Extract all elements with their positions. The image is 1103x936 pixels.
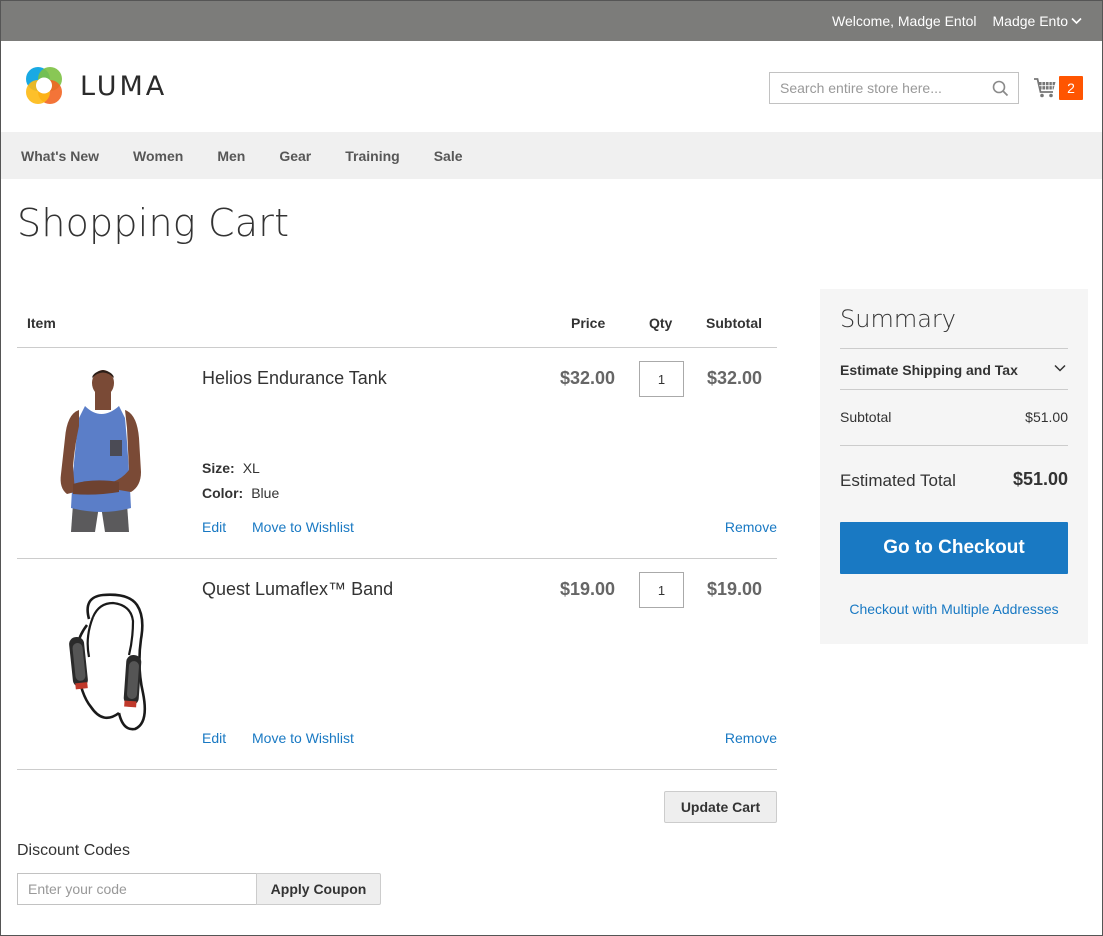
- product-image[interactable]: [33, 366, 173, 536]
- chevron-down-icon: [1054, 364, 1066, 372]
- item-subtotal: $32.00: [707, 368, 763, 388]
- item-price: $32.00: [560, 368, 616, 388]
- main-navigation: What's New Women Men Gear Training Sale: [1, 132, 1102, 179]
- go-to-checkout-button[interactable]: Go to Checkout: [840, 522, 1068, 574]
- remove-link[interactable]: Remove: [725, 730, 777, 746]
- edit-link[interactable]: Edit: [202, 519, 226, 535]
- search-icon[interactable]: [992, 80, 1009, 97]
- nav-item-training[interactable]: Training: [345, 148, 399, 164]
- nav-item-gear[interactable]: Gear: [279, 148, 311, 164]
- column-header-subtotal: Subtotal: [706, 315, 762, 331]
- column-header-price: Price: [571, 315, 606, 331]
- chevron-down-icon: [1071, 17, 1082, 25]
- nav-item-sale[interactable]: Sale: [434, 148, 463, 164]
- minicart[interactable]: 2: [1033, 75, 1085, 103]
- search-box: [769, 72, 1019, 104]
- cart-count-badge: 2: [1059, 76, 1083, 100]
- order-summary: Summary Estimate Shipping and Tax Subtot…: [820, 289, 1088, 644]
- page-frame: Welcome, Madge Entol Madge Ento LUMA Sea…: [0, 0, 1103, 936]
- nav-item-whats-new[interactable]: What's New: [21, 148, 99, 164]
- option-label: Color:: [202, 485, 244, 501]
- header: LUMA 2: [1, 41, 1102, 132]
- qty-input[interactable]: [639, 572, 684, 608]
- product-name[interactable]: Quest Lumaflex™ Band: [202, 579, 393, 600]
- column-header-qty: Qty: [649, 315, 673, 331]
- option-value: XL: [242, 460, 260, 476]
- discount-codes-toggle[interactable]: Discount Codes: [17, 842, 130, 860]
- qty-input[interactable]: [639, 361, 684, 397]
- nav-item-men[interactable]: Men: [217, 148, 245, 164]
- coupon-code-input[interactable]: [17, 873, 257, 905]
- logo-text: LUMA: [80, 70, 168, 102]
- account-name: Madge Ento: [992, 13, 1069, 29]
- store-logo[interactable]: LUMA: [21, 63, 167, 109]
- remove-link[interactable]: Remove: [725, 519, 777, 535]
- move-to-wishlist-link[interactable]: Move to Wishlist: [252, 519, 354, 535]
- summary-title: Summary: [840, 305, 956, 333]
- search-input[interactable]: [770, 73, 1018, 103]
- welcome-message: Welcome, Madge Entol: [832, 13, 977, 29]
- page-title-text: Shopping Cart: [17, 201, 290, 245]
- page-title: Shopping Cart: [17, 201, 289, 245]
- product-image[interactable]: [33, 577, 173, 747]
- edit-link[interactable]: Edit: [202, 730, 226, 746]
- estimate-shipping-label: Estimate Shipping and Tax: [840, 362, 1018, 378]
- estimated-total-value: $51.00: [1012, 469, 1068, 489]
- apply-coupon-button[interactable]: Apply Coupon: [256, 873, 381, 905]
- column-header-item: Item: [27, 315, 56, 331]
- cart-table: Item Price Qty Subtotal Helios Endurance…: [17, 301, 777, 770]
- item-price: $19.00: [560, 579, 616, 599]
- cart-item-row: Helios Endurance Tank Size: XL Color: Blue…: [17, 348, 777, 559]
- product-name[interactable]: Helios Endurance Tank: [202, 368, 387, 389]
- option-value: Blue: [251, 485, 280, 501]
- item-subtotal: $19.00: [707, 579, 763, 599]
- discount-codes-title: Discount Codes: [17, 842, 130, 859]
- option-label: Size:: [202, 460, 235, 476]
- luma-logo-icon: [26, 67, 62, 104]
- cart-icon: [1034, 78, 1056, 98]
- estimated-total-label: Estimated Total: [840, 471, 956, 490]
- account-menu[interactable]: Madge Ento: [993, 13, 1083, 29]
- summary-divider: [840, 445, 1068, 446]
- estimate-shipping-toggle[interactable]: Estimate Shipping and Tax: [840, 348, 1068, 390]
- subtotal-value: $51.00: [1025, 409, 1068, 425]
- update-cart-button[interactable]: Update Cart: [664, 791, 777, 823]
- top-bar: Welcome, Madge Entol Madge Ento: [1, 1, 1102, 41]
- move-to-wishlist-link[interactable]: Move to Wishlist: [252, 730, 354, 746]
- nav-item-women[interactable]: Women: [133, 148, 183, 164]
- subtotal-label: Subtotal: [840, 409, 892, 425]
- product-option-color: Color: Blue: [202, 485, 279, 501]
- cart-table-header: Item Price Qty Subtotal: [17, 301, 777, 348]
- checkout-multiple-addresses-link[interactable]: Checkout with Multiple Addresses: [820, 601, 1088, 617]
- cart-item-row: Quest Lumaflex™ Band $19.00 $19.00 Edit …: [17, 559, 777, 770]
- product-option-size: Size: XL: [202, 460, 260, 476]
